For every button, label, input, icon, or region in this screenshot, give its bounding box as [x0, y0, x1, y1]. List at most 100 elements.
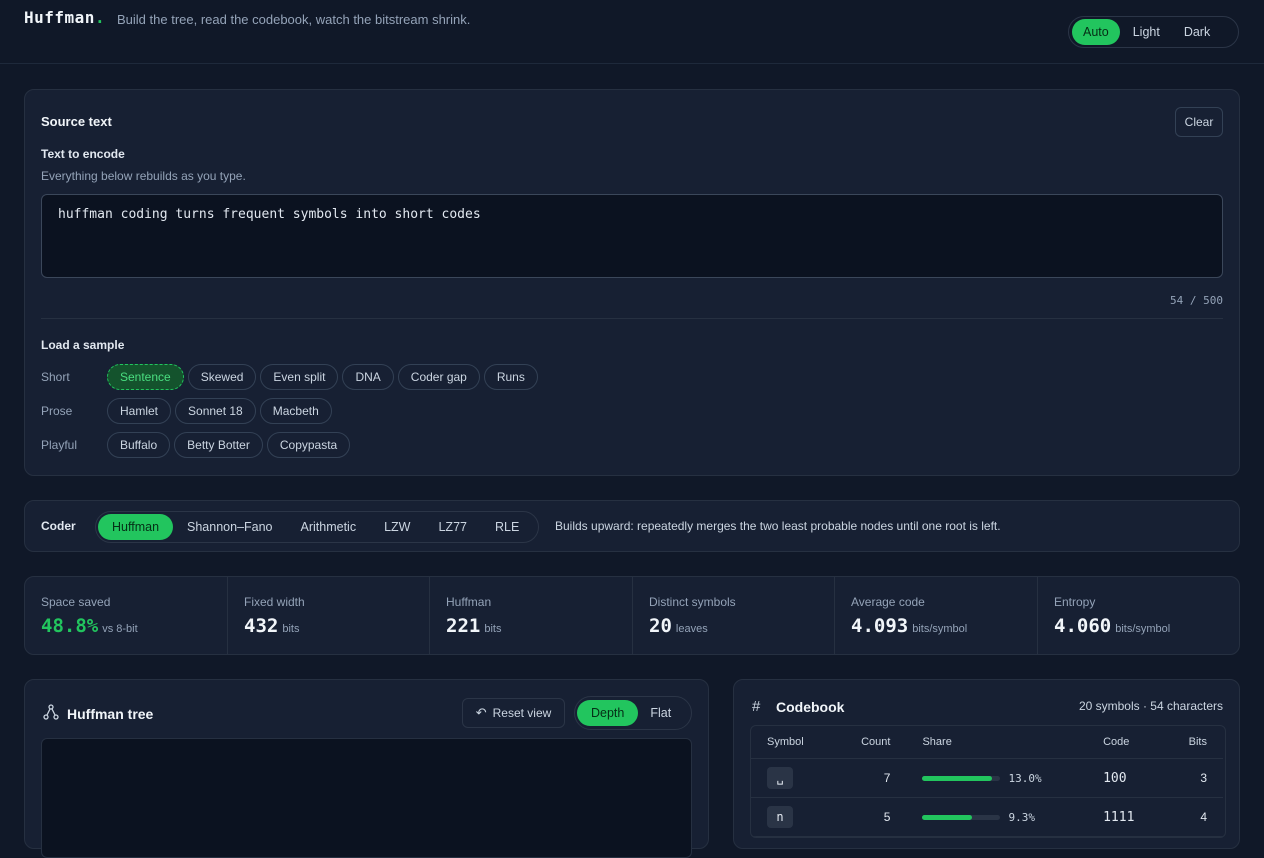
app-logo: Huffman.	[24, 8, 106, 27]
codebook-table-wrap: Symbol Count Share Code Bits ␣ 7 13.0% 1…	[750, 725, 1226, 838]
sample-chip-even-split[interactable]: Even split	[260, 364, 339, 390]
stat-label: Fixed width	[244, 595, 305, 609]
column-header-code[interactable]: Code	[1087, 726, 1163, 759]
sample-chip-betty-botter[interactable]: Betty Botter	[174, 432, 263, 458]
text-to-encode-hint: Everything below rebuilds as you type.	[41, 169, 246, 183]
stat-value: 4.060	[1054, 615, 1112, 637]
stat-huffman-bits: Huffman 221 bits	[430, 577, 633, 655]
view-flat-button[interactable]: Flat	[638, 700, 683, 726]
stat-value: 48.8%	[41, 615, 99, 637]
share-bar	[922, 776, 1001, 782]
symbol-cell: ␣	[767, 767, 793, 789]
count-cell: 7	[833, 758, 907, 798]
sample-chip-macbeth[interactable]: Macbeth	[259, 398, 332, 424]
column-header-share[interactable]: Share	[906, 726, 1088, 759]
divider	[41, 318, 1223, 319]
text-to-encode-label: Text to encode	[41, 147, 125, 161]
theme-auto-button[interactable]: Auto	[1072, 19, 1120, 45]
sample-chip-sentence[interactable]: Sentence	[107, 364, 184, 390]
sample-chip-dna[interactable]: DNA	[342, 364, 394, 390]
codebook-card: # Codebook 20 symbols · 54 characters Sy…	[733, 679, 1240, 849]
sample-group-label: Short	[41, 370, 70, 384]
share-cell: 13.0%	[906, 758, 1088, 798]
table-row: ␣ 7 13.0% 100 3	[751, 758, 1223, 798]
hash-icon: #	[752, 698, 761, 715]
stats-card: Space saved 48.8% vs 8-bit Fixed width 43…	[24, 576, 1240, 655]
stat-value: 432	[244, 615, 279, 637]
symbol-cell: n	[767, 806, 793, 828]
coder-shannon-fano-button[interactable]: Shannon–Fano	[173, 514, 287, 540]
load-sample-title: Load a sample	[41, 338, 125, 352]
coder-card: Coder Huffman Shannon–Fano Arithmetic LZ…	[24, 500, 1240, 552]
stat-distinct-symbols: Distinct symbols 20 leaves	[633, 577, 835, 655]
character-counter: 54 / 500	[1170, 294, 1223, 307]
clear-button[interactable]: Clear	[1175, 107, 1223, 137]
sample-chip-copypasta[interactable]: Copypasta	[266, 432, 351, 458]
app-tagline: Build the tree, read the codebook, watch…	[117, 12, 471, 27]
table-header-row: Symbol Count Share Code Bits	[751, 726, 1223, 759]
column-header-count[interactable]: Count	[833, 726, 907, 759]
share-cell: 9.3%	[906, 797, 1088, 837]
stat-label: Average code	[851, 595, 925, 609]
tree-icon	[43, 704, 59, 725]
stat-value: 221	[446, 615, 481, 637]
sample-chip-coder-gap[interactable]: Coder gap	[397, 364, 480, 390]
sample-group-label: Prose	[41, 404, 73, 418]
share-percent: 9.3%	[1008, 811, 1035, 824]
stat-unit: bits	[282, 623, 300, 635]
sample-group-label: Playful	[41, 438, 78, 452]
sample-chip-sonnet-18[interactable]: Sonnet 18	[175, 398, 256, 424]
sample-chip-runs[interactable]: Runs	[483, 364, 538, 390]
tree-title: Huffman tree	[67, 706, 154, 722]
undo-icon: ↶	[475, 705, 487, 720]
sample-group-playful: Playful Buffalo Betty Botter Copypasta	[41, 432, 354, 458]
coder-arithmetic-button[interactable]: Arithmetic	[287, 514, 371, 540]
coder-label: Coder	[41, 519, 76, 533]
stat-entropy: Entropy 4.060 bits/symbol	[1038, 577, 1239, 655]
sample-chip-hamlet[interactable]: Hamlet	[107, 398, 172, 424]
stat-value: 4.093	[851, 615, 909, 637]
stat-average-code: Average code 4.093 bits/symbol	[835, 577, 1038, 655]
theme-dark-button[interactable]: Dark	[1173, 19, 1221, 45]
sample-chip-buffalo[interactable]: Buffalo	[107, 432, 171, 458]
view-depth-button[interactable]: Depth	[577, 700, 639, 726]
column-header-bits[interactable]: Bits	[1162, 726, 1223, 759]
coder-lzw-button[interactable]: LZW	[370, 514, 424, 540]
count-cell: 5	[833, 797, 907, 837]
table-row: n 5 9.3% 1111 4	[751, 797, 1223, 837]
codebook-summary: 20 symbols · 54 characters	[1078, 699, 1223, 713]
coder-rle-button[interactable]: RLE	[481, 514, 533, 540]
share-percent: 13.0%	[1008, 772, 1042, 785]
theme-toggle: Auto Light Dark	[1068, 16, 1239, 48]
stat-label: Distinct symbols	[649, 595, 736, 609]
coder-huffman-button[interactable]: Huffman	[98, 514, 174, 540]
tree-canvas[interactable]	[41, 738, 692, 858]
sample-chip-skewed[interactable]: Skewed	[187, 364, 257, 390]
code-cell: 1111	[1087, 797, 1163, 837]
huffman-tree-card: Huffman tree ↶ Reset view Depth Flat	[24, 679, 709, 858]
share-bar	[922, 815, 1001, 821]
stat-fixed-width: Fixed width 432 bits	[228, 577, 430, 655]
stat-label: Space saved	[41, 595, 111, 609]
source-text-title: Source text	[41, 114, 112, 129]
codebook-title: Codebook	[776, 699, 845, 715]
stat-value: 20	[649, 615, 672, 637]
bits-cell: 3	[1162, 758, 1223, 798]
stat-unit: bits/symbol	[912, 623, 968, 635]
column-header-symbol[interactable]: Symbol	[751, 726, 834, 759]
app-header: Huffman. Build the tree, read the codebo…	[0, 0, 1264, 64]
sample-group-prose: Prose Hamlet Sonnet 18 Macbeth	[41, 398, 336, 424]
stat-label: Entropy	[1054, 595, 1096, 609]
source-text-input[interactable]: huffman coding turns frequent symbols in…	[41, 194, 1223, 278]
code-cell: 100	[1087, 758, 1163, 798]
stat-unit: bits/symbol	[1115, 623, 1171, 635]
sample-group-short: Short Sentence Skewed Even split DNA Cod…	[41, 364, 542, 390]
tree-view-toggle: Depth Flat	[574, 696, 692, 730]
source-text-card: Source text Clear Text to encode Everyth…	[24, 89, 1240, 476]
reset-view-button[interactable]: ↶ Reset view	[462, 698, 565, 728]
codebook-table: Symbol Count Share Code Bits ␣ 7 13.0% 1…	[751, 726, 1223, 837]
coder-lz77-button[interactable]: LZ77	[424, 514, 481, 540]
stat-label: Huffman	[446, 595, 492, 609]
bits-cell: 4	[1162, 797, 1223, 837]
theme-light-button[interactable]: Light	[1122, 19, 1171, 45]
